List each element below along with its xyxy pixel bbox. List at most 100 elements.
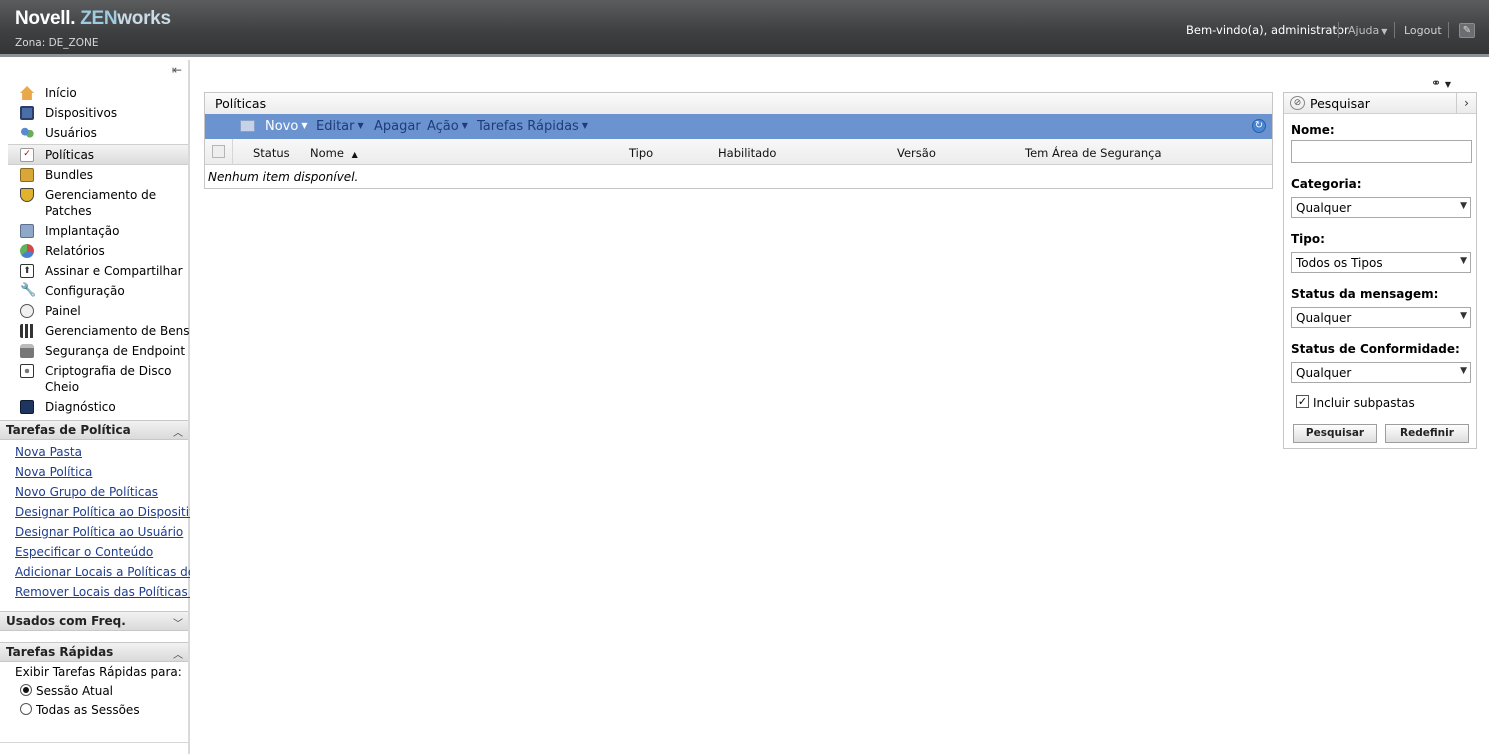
policy-icon: ✓ bbox=[20, 148, 34, 162]
task-link-nova-pasta[interactable]: Nova Pasta bbox=[15, 445, 190, 459]
search-button[interactable]: Pesquisar bbox=[1293, 424, 1377, 443]
sort-ascending-icon: ▲ bbox=[351, 150, 358, 159]
nav-item-usuarios[interactable]: Usuários bbox=[0, 123, 188, 143]
help-menu[interactable]: Ajuda ▼ bbox=[1348, 24, 1387, 37]
link-options-icon[interactable]: ⚭ ▼ bbox=[1431, 76, 1451, 90]
product-text-a: ZEN bbox=[80, 8, 118, 29]
help-label: Ajuda bbox=[1348, 24, 1380, 37]
nav-label-line2: Patches bbox=[45, 204, 92, 218]
lock-icon bbox=[20, 344, 34, 358]
category-select[interactable]: Qualquer ▼ bbox=[1291, 197, 1471, 218]
edit-menu-button[interactable]: Editar ▼ bbox=[316, 119, 364, 134]
asset-icon bbox=[20, 324, 34, 338]
nav-item-painel[interactable]: Painel bbox=[0, 301, 188, 321]
nav-item-politicas[interactable]: ✓ Políticas bbox=[8, 144, 188, 165]
nav-item-diagnostico[interactable]: Diagnóstico bbox=[0, 397, 188, 417]
column-name[interactable]: Nome ▲ bbox=[310, 146, 358, 160]
chevron-down-icon[interactable]: ﹀ bbox=[171, 615, 185, 630]
chevron-right-icon[interactable]: › bbox=[1456, 93, 1476, 114]
quick-tasks-header[interactable]: Tarefas Rápidas ︿ bbox=[0, 642, 188, 662]
column-version[interactable]: Versão bbox=[897, 146, 936, 160]
delete-button[interactable]: Apagar bbox=[374, 119, 421, 134]
chevron-down-icon: ▼ bbox=[1460, 311, 1467, 321]
nav-item-bens[interactable]: Gerenciamento de Bens bbox=[0, 321, 190, 341]
welcome-text: Bem-vindo(a), administrator bbox=[1186, 23, 1349, 37]
include-subfolders-checkbox[interactable]: ✓ bbox=[1296, 395, 1309, 408]
policies-panel: Políticas Novo ▼ Editar ▼ Apagar Ação ▼ Tar… bbox=[204, 92, 1273, 189]
nav-item-patches[interactable]: Gerenciamento de Patches bbox=[0, 185, 188, 221]
nav-item-inicio[interactable]: Início bbox=[0, 83, 188, 103]
task-link-novo-grupo[interactable]: Novo Grupo de Políticas bbox=[15, 485, 190, 499]
radio-all-sessions[interactable] bbox=[20, 703, 32, 715]
select-value: Todos os Tipos bbox=[1296, 256, 1383, 270]
nav-label: Criptografia de Disco bbox=[45, 364, 172, 378]
logout-link[interactable]: Logout bbox=[1404, 24, 1442, 37]
name-input[interactable] bbox=[1291, 140, 1472, 163]
task-link-designar-usuario[interactable]: Designar Política ao Usuário bbox=[15, 525, 190, 539]
nav-item-dispositivos[interactable]: Dispositivos bbox=[0, 103, 188, 123]
refresh-icon[interactable]: ↻ bbox=[1252, 119, 1266, 133]
chevron-up-icon[interactable]: ︿ bbox=[171, 424, 185, 439]
collapse-sidebar-icon[interactable]: ⇤ bbox=[172, 63, 182, 77]
product-text-b: works bbox=[117, 8, 171, 29]
diagnostic-icon bbox=[20, 400, 34, 414]
action-menu-button[interactable]: Ação ▼ bbox=[427, 119, 468, 134]
nav-label: Segurança de Endpoint bbox=[45, 344, 186, 358]
column-sandbox[interactable]: Tem Área de Segurança bbox=[1025, 146, 1162, 160]
radio-current-session[interactable] bbox=[20, 684, 32, 696]
nav-label: Diagnóstico bbox=[45, 400, 116, 414]
empty-message: Nenhum item disponível. bbox=[208, 170, 359, 184]
chevron-up-icon[interactable]: ︿ bbox=[171, 646, 185, 661]
nav-label: Assinar e Compartilhar bbox=[45, 264, 183, 278]
nav-item-configuracao[interactable]: 🔧 Configuração bbox=[0, 281, 188, 301]
panel-title: Políticas bbox=[215, 96, 267, 111]
folder-up-icon[interactable] bbox=[240, 120, 255, 132]
task-link-especificar-conteudo[interactable]: Especificar o Conteúdo bbox=[15, 545, 190, 559]
shield-icon bbox=[20, 188, 34, 202]
policy-tasks-header[interactable]: Tarefas de Política ︿ bbox=[0, 420, 188, 440]
include-subfolders-label: Incluir subpastas bbox=[1313, 396, 1415, 410]
caret-down-icon: ▼ bbox=[357, 121, 364, 130]
frequent-header[interactable]: Usados com Freq. ﹀ bbox=[0, 611, 188, 631]
search-title: Pesquisar bbox=[1310, 96, 1370, 111]
reset-button[interactable]: Redefinir bbox=[1385, 424, 1469, 443]
search-panel-header: ⊘ Pesquisar › bbox=[1284, 93, 1476, 114]
quick-tasks-menu-button[interactable]: Tarefas Rápidas ▼ bbox=[477, 119, 588, 134]
panel-title: Usados com Freq. bbox=[6, 614, 126, 628]
nav-item-criptografia[interactable]: Criptografia de Disco Cheio bbox=[0, 361, 188, 397]
header-divider bbox=[1338, 22, 1339, 38]
type-select[interactable]: Todos os Tipos ▼ bbox=[1291, 252, 1471, 273]
select-value: Qualquer bbox=[1296, 311, 1352, 325]
nav-item-bundles[interactable]: Bundles bbox=[0, 165, 188, 185]
sidebar-divider bbox=[0, 742, 188, 743]
message-status-select[interactable]: Qualquer ▼ bbox=[1291, 307, 1471, 328]
select-value: Qualquer bbox=[1296, 366, 1352, 380]
task-link-remover-locais[interactable]: Remover Locais das Políticas de bbox=[15, 585, 190, 599]
nav-label-line2: Cheio bbox=[45, 380, 80, 394]
app-header: Novell. ZENworks Zona: DE_ZONE Bem-vindo… bbox=[0, 0, 1489, 57]
nav-item-implantacao[interactable]: Implantação bbox=[0, 221, 188, 241]
nav-item-assinar[interactable]: ⬆ Assinar e Compartilhar bbox=[0, 261, 188, 281]
task-link-adicionar-locais[interactable]: Adicionar Locais a Políticas de bbox=[15, 565, 190, 579]
new-menu-button[interactable]: Novo ▼ bbox=[265, 119, 307, 134]
grid-toolbar: Novo ▼ Editar ▼ Apagar Ação ▼ Tarefas Rápid… bbox=[205, 114, 1272, 139]
column-type[interactable]: Tipo bbox=[629, 146, 653, 160]
column-status[interactable]: Status bbox=[253, 146, 290, 160]
compliance-status-select[interactable]: Qualquer ▼ bbox=[1291, 362, 1471, 383]
nav-item-relatorios[interactable]: Relatórios bbox=[0, 241, 188, 261]
nav-label: Bundles bbox=[45, 168, 94, 182]
nav-label: Gerenciamento de Bens bbox=[45, 324, 190, 338]
select-all-checkbox[interactable] bbox=[212, 145, 225, 158]
quick-tasks-show-for: Exibir Tarefas Rápidas para: bbox=[15, 665, 182, 679]
header-divider bbox=[1448, 22, 1449, 38]
chevron-down-icon: ▼ bbox=[1460, 201, 1467, 211]
reports-icon bbox=[20, 244, 34, 258]
nav-label: Painel bbox=[45, 304, 81, 318]
column-enabled[interactable]: Habilitado bbox=[718, 146, 776, 160]
nav-item-endpoint[interactable]: Segurança de Endpoint bbox=[0, 341, 188, 361]
chevron-down-icon: ▼ bbox=[1460, 256, 1467, 266]
wrench-icon: 🔧 bbox=[20, 283, 37, 298]
task-link-nova-politica[interactable]: Nova Política bbox=[15, 465, 190, 479]
task-link-designar-dispositivo[interactable]: Designar Política ao Dispositivo bbox=[15, 505, 190, 519]
wrench-tool-icon[interactable]: ✎ bbox=[1459, 23, 1475, 38]
